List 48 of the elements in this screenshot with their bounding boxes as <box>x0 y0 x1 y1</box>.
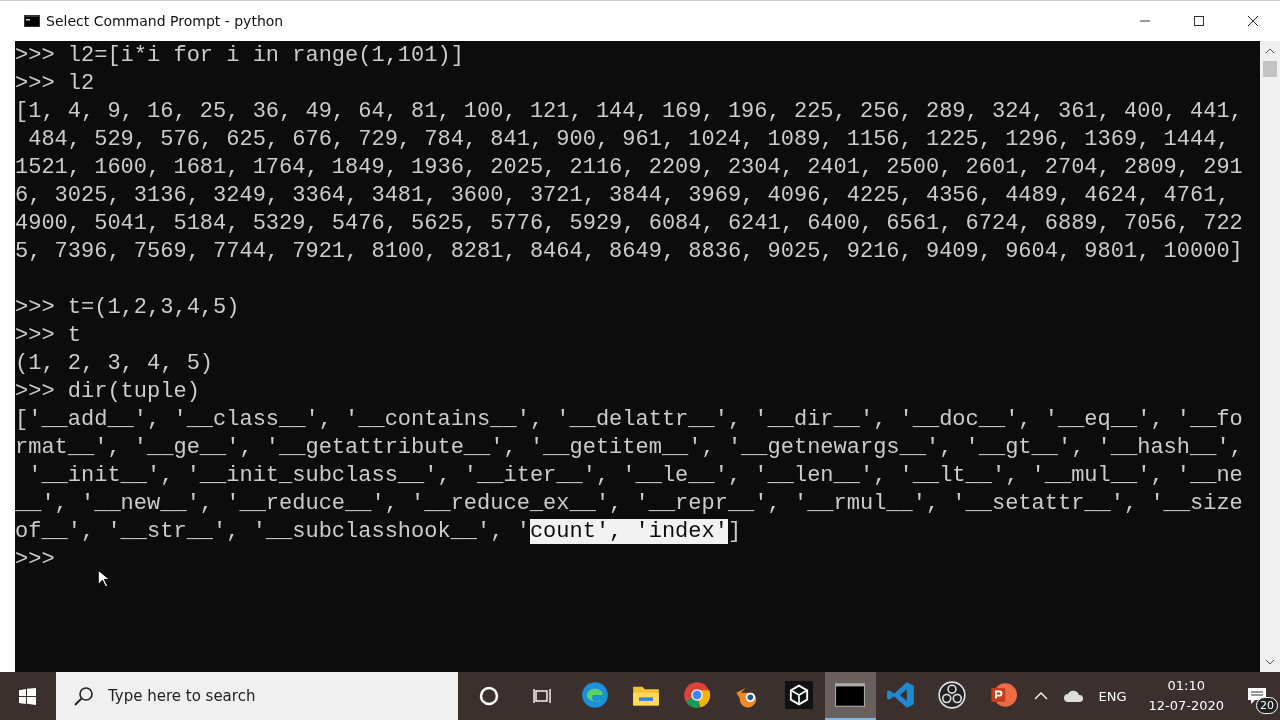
console-line: of__', '__str__', '__subclasshook__', ' <box>15 519 530 544</box>
selected-text: count', 'index' <box>529 519 728 544</box>
notification-count: 20 <box>1256 697 1278 714</box>
console-line: rmat__', '__ge__', '__getattribute__', '__getitem__', '__getnewargs__', '__gt__', '__hash__', <box>15 435 1243 460</box>
circle-icon <box>478 686 499 706</box>
console-line: >>> t <box>15 323 81 348</box>
search-field[interactable]: Type here to search <box>55 672 458 720</box>
window-title: Select Command Prompt - python <box>46 13 285 29</box>
console-line: >>> dir(tuple) <box>15 379 200 404</box>
console-line: 1521, 1600, 1681, 1764, 1849, 1936, 2025, 2116, 2209, 2304, 2401, 2500, 2601, 2704, 2809, 291 <box>15 155 1243 180</box>
chrome-icon <box>683 681 712 709</box>
task-view-icon <box>532 686 553 706</box>
console-line: 6, 3025, 3136, 3249, 3364, 3481, 3600, 3721, 3844, 3969, 4096, 4225, 4356, 4489, 4624, 4761, <box>15 183 1230 208</box>
maximize-icon <box>1194 16 1204 26</box>
console-line: 5, 7396, 7569, 7744, 7921, 8100, 8281, 8464, 8649, 8836, 9025, 9216, 9409, 9604, 9801, 10000] <box>15 239 1243 264</box>
console-line: 4900, 5041, 5184, 5329, 5476, 5625, 5776, 5929, 6084, 6241, 6400, 6561, 6724, 6889, 7056, 722 <box>15 211 1243 236</box>
scroll-up-icon[interactable] <box>1265 48 1275 54</box>
console-line: __', '__new__', '__reduce__', '__reduce_ex__', '__repr__', '__rmul__', '__setattr__', '__size <box>15 491 1243 516</box>
cube-icon <box>785 681 814 709</box>
console-line: (1, 2, 3, 4, 5) <box>15 351 214 376</box>
scrollbar[interactable] <box>1260 41 1280 672</box>
powerpoint-icon <box>988 681 1017 709</box>
clock-date[interactable]: 12-07-2020 <box>1148 696 1224 716</box>
close-icon <box>1248 16 1258 26</box>
terminal-app-button[interactable] <box>824 672 876 720</box>
console-line: '__init__', '__init_subclass__', '__iter__', '__le__', '__len__', '__lt__', '__mul__', '__ne <box>27 463 1243 488</box>
console-line: >>> t=(1,2,3,4,5) <box>15 295 240 320</box>
chevron-up-icon[interactable] <box>1034 692 1049 700</box>
scroll-down-icon[interactable] <box>1265 659 1275 665</box>
terminal-icon <box>835 683 866 707</box>
obs-icon <box>938 681 966 709</box>
console-line: ['__add__', '__class__', '__contains__', '__delattr__', '__dir__', '__doc__', '__eq__', '__fo <box>15 407 1243 432</box>
vscode-icon <box>887 681 916 709</box>
console-line: ] <box>727 519 742 544</box>
console-line: 484, 529, 576, 625, 676, 729, 784, 841, 900, 961, 1024, 1089, 1156, 1225, 1296, 1369, 1444, <box>27 127 1230 152</box>
console-line: >>> l2 <box>15 71 95 96</box>
console-line: [1, 4, 9, 16, 25, 36, 49, 64, 81, 100, 121, 144, 169, 196, 225, 256, 289, 324, 361, 400, 441, <box>15 99 1243 124</box>
console-line: >>> <box>15 547 55 572</box>
terminal-icon <box>24 15 40 27</box>
cloud-icon[interactable] <box>1064 690 1085 702</box>
clock-time[interactable]: 01:10 <box>1167 676 1205 696</box>
console-line: >>> l2=[i*i for i in range(1,101)] <box>15 43 464 68</box>
edge-icon <box>581 681 610 709</box>
search-icon <box>73 686 94 706</box>
scroll-thumb[interactable] <box>1263 61 1277 77</box>
mouse-pointer-icon <box>97 569 110 588</box>
windows-logo-icon <box>19 687 37 705</box>
language-indicator[interactable]: ENG <box>1098 688 1127 704</box>
